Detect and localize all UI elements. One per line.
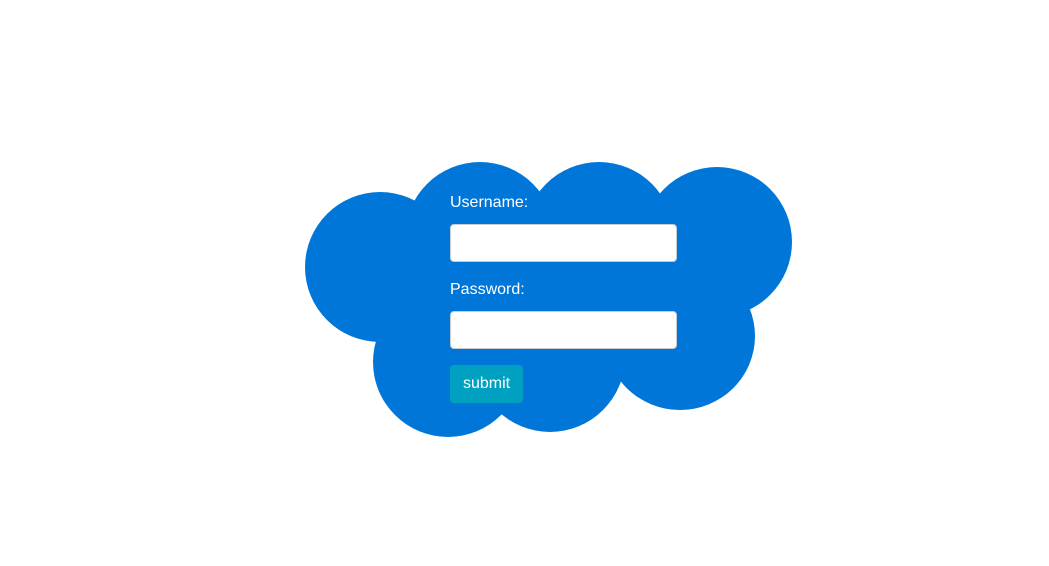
login-page: Username: Password: submit (0, 0, 1049, 566)
submit-button[interactable]: submit (450, 365, 524, 403)
username-label: Username: (450, 194, 529, 211)
login-form: Username: Password: submit (450, 193, 680, 403)
password-input[interactable] (450, 311, 677, 349)
password-label: Password: (450, 281, 525, 298)
username-input[interactable] (450, 224, 677, 262)
